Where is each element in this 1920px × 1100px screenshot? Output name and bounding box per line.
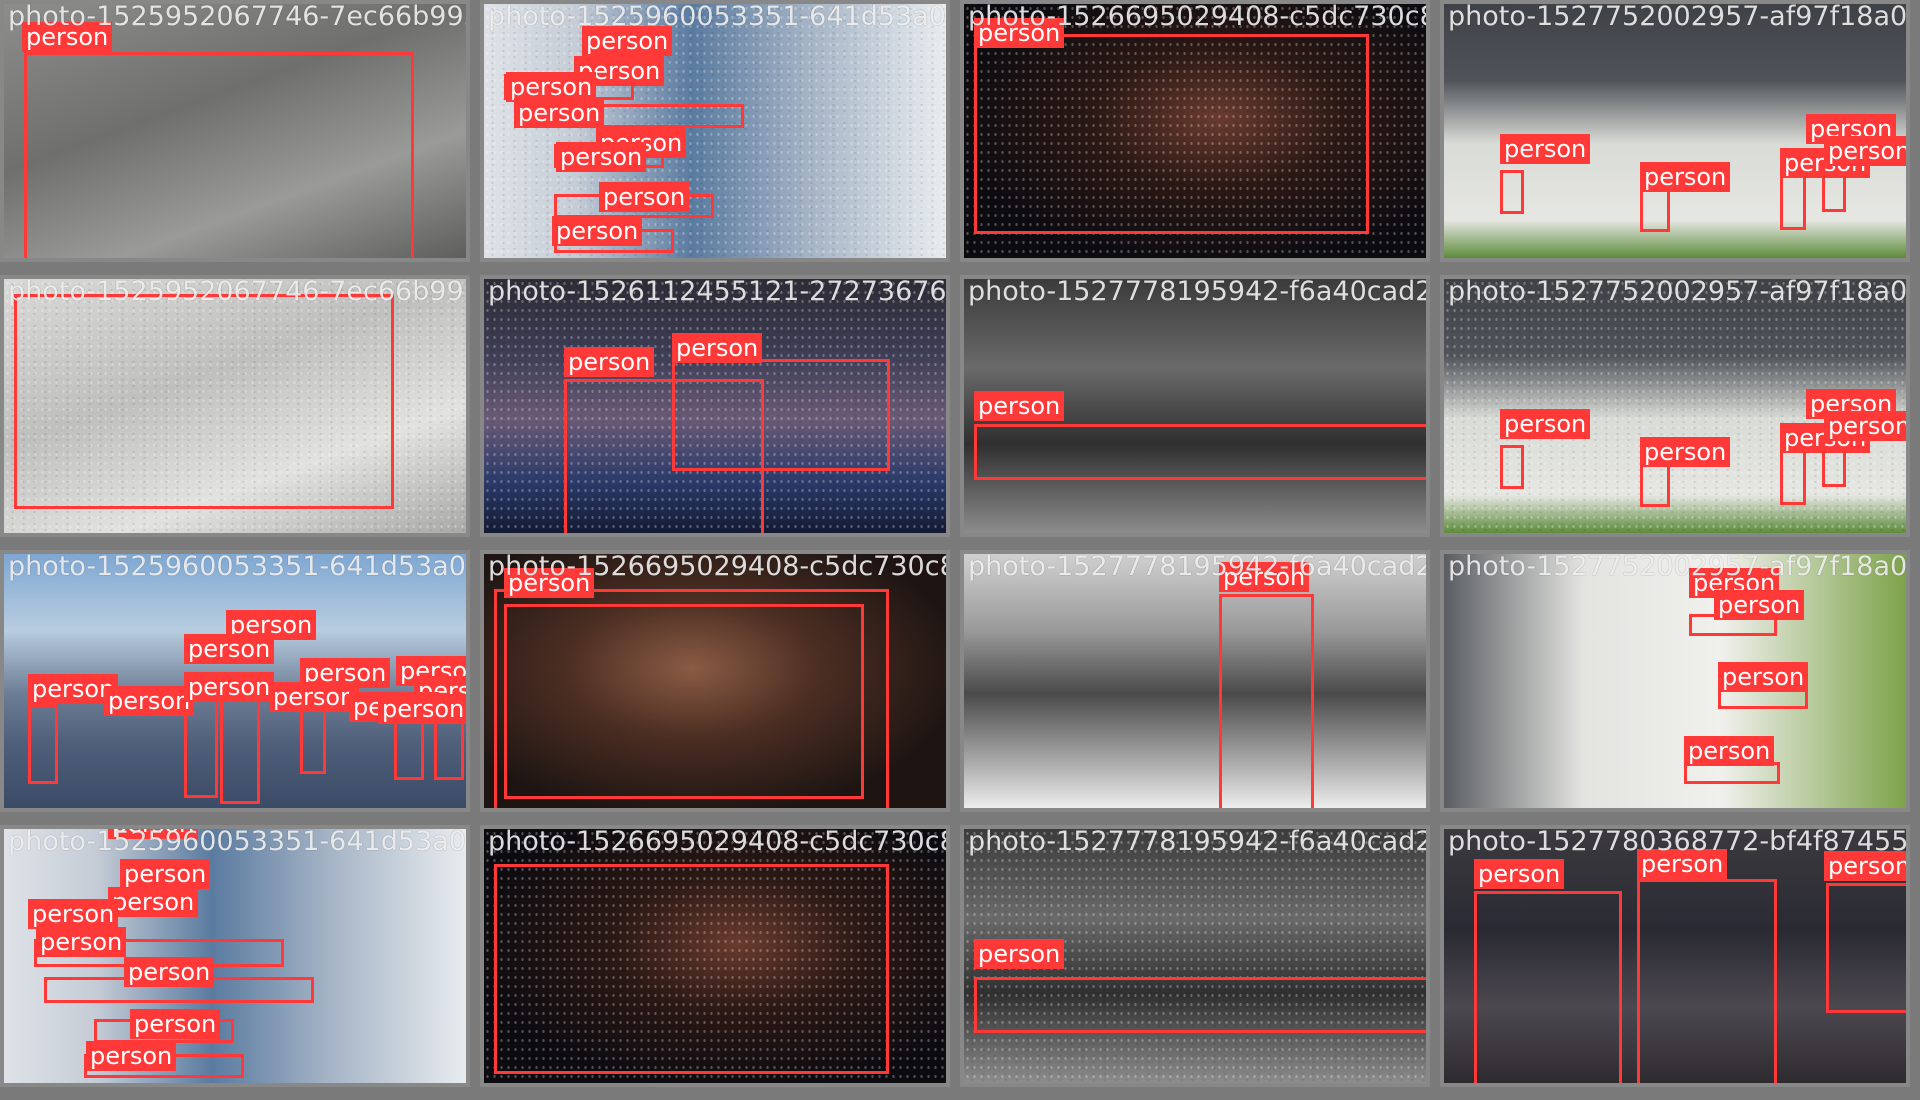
tile-caption: photo-1527780368772-bf4f874553 <box>1448 826 1910 857</box>
bbox-label: person <box>1824 136 1906 166</box>
tile-15: person photo-1527778195942-f6a40cad2f09_… <box>960 825 1430 1087</box>
bbox <box>14 294 394 509</box>
tile-2: person person person person person perso… <box>480 0 950 262</box>
bbox-label: person <box>974 391 1065 421</box>
bbox-label: person <box>108 887 199 917</box>
tile-caption: photo-1525952067746-7ec66b9938d95_jpg.r <box>8 1 470 32</box>
tile-16: person person person photo-1527780368772… <box>1440 825 1910 1087</box>
tile-14: photo-1526695029408-c5dc730c89f_jpg.r <box>480 825 950 1087</box>
bbox-label: person <box>124 957 215 987</box>
tile-1: person person photo-1525952067746-7ec66b… <box>0 0 470 262</box>
bbox-label: person <box>1500 134 1591 164</box>
tile-10: person person photo-1526695029408-c5dc73… <box>480 550 950 812</box>
tile-caption: photo-1526695029408-c5dc730c89f_jpg.r <box>968 1 1426 32</box>
tile-caption: photo-1527778195942-f6a40cad2f09_jpg.rf <box>968 826 1430 857</box>
bbox-label: person <box>599 182 690 212</box>
bbox-label: person <box>1640 162 1731 192</box>
bbox-label: person <box>1718 662 1809 692</box>
bbox <box>1500 170 1524 214</box>
tile-12: person person person person photo-152775… <box>1440 550 1910 812</box>
bbox-label: person <box>1824 411 1906 441</box>
bbox <box>300 704 326 774</box>
tile-caption: photo-1525960053351-641d53a0e2afb_jpg.rf <box>8 826 466 857</box>
bbox <box>1780 172 1806 230</box>
bbox-label: person <box>120 859 211 889</box>
bbox <box>1219 594 1314 808</box>
tile-11: person photo-1527778195942-f6a40cad2f09_… <box>960 550 1430 812</box>
bbox <box>28 704 58 784</box>
tile-caption: photo-1525952067746-7ec66b9938d95_jpg.r <box>8 276 470 307</box>
bbox-label: person <box>564 347 655 377</box>
bbox-label: person <box>184 634 275 664</box>
bbox-label: person <box>184 672 275 702</box>
tile-caption: photo-1527752002957-af97f18a0c8 <box>1448 551 1910 582</box>
bbox <box>504 604 864 799</box>
bbox-label: person <box>378 694 466 724</box>
detection-mosaic: person person photo-1525952067746-7ec66b… <box>0 0 1920 1100</box>
tile-13: person person person person person perso… <box>0 825 470 1087</box>
tile-6: person person photo-1526112455121-272736… <box>480 275 950 537</box>
bbox-label: person <box>556 142 647 172</box>
bbox-label: person <box>269 682 360 712</box>
bbox <box>1826 883 1906 1013</box>
bbox-label: person <box>12 260 102 262</box>
bbox-label: person <box>86 1041 177 1071</box>
bbox <box>1500 445 1524 489</box>
bbox <box>494 864 889 1074</box>
bbox-label: person <box>1474 859 1565 889</box>
tile-caption: photo-1526695029408-c5dc730c89f_jpg.r <box>488 826 946 857</box>
bbox-label: person <box>130 1009 221 1039</box>
tile-caption: photo-1525960053351-641d53a0e2afb_jpg.rf <box>488 1 946 32</box>
bbox <box>672 359 890 471</box>
bbox-label: person <box>1714 590 1805 620</box>
tile-caption: photo-1525960053351-641d53a0e2afb_jpg.rf <box>8 551 466 582</box>
bbox-label: person <box>672 333 763 363</box>
bbox <box>1637 879 1777 1083</box>
tile-caption: photo-1527752002957-af97f18a0c8 <box>1448 1 1910 32</box>
bbox <box>1718 689 1808 709</box>
tile-caption: photo-1526112455121-272736767c3f_jpg.r <box>488 276 947 307</box>
tile-7: person photo-1527778195942-f6a40cad2f09_… <box>960 275 1430 537</box>
bbox-label: person <box>104 686 195 716</box>
bbox-label: person <box>552 216 643 246</box>
tile-caption: photo-1527752002957-af97f18a0c8 <box>1448 276 1910 307</box>
bbox <box>220 694 260 804</box>
tile-caption: photo-1527778195942-f6a40cad2f09_jpg.rf <box>968 276 1430 307</box>
tile-4: person person person person person photo… <box>1440 0 1910 262</box>
tile-caption: photo-1526695029408-c5dc730c89f_jpg.r <box>488 551 946 582</box>
tile-9: person person person person person perso… <box>0 550 470 812</box>
bbox <box>24 52 414 258</box>
bbox <box>974 34 1369 234</box>
bbox-label: person <box>1500 409 1591 439</box>
bbox-label: person <box>494 810 584 812</box>
tile-image <box>1444 554 1906 808</box>
bbox <box>974 977 1426 1033</box>
bbox <box>1474 891 1622 1083</box>
bbox <box>1780 447 1806 505</box>
bbox-label: person <box>974 939 1065 969</box>
tile-image <box>964 554 1426 808</box>
bbox <box>974 424 1426 480</box>
tile-5: photo-1525952067746-7ec66b9938d95_jpg.r <box>0 275 470 537</box>
tile-3: person photo-1526695029408-c5dc730c89f_j… <box>960 0 1430 262</box>
tile-caption: photo-1527778195942-f6a40cad2f09_jpg.rf <box>968 551 1430 582</box>
bbox-label: person <box>1640 437 1731 467</box>
bbox-label: person <box>28 899 119 929</box>
tile-8: person person person person person photo… <box>1440 275 1910 537</box>
bbox-label: person <box>36 927 127 957</box>
bbox-label: person <box>514 98 605 128</box>
bbox-label: person <box>1684 736 1775 766</box>
